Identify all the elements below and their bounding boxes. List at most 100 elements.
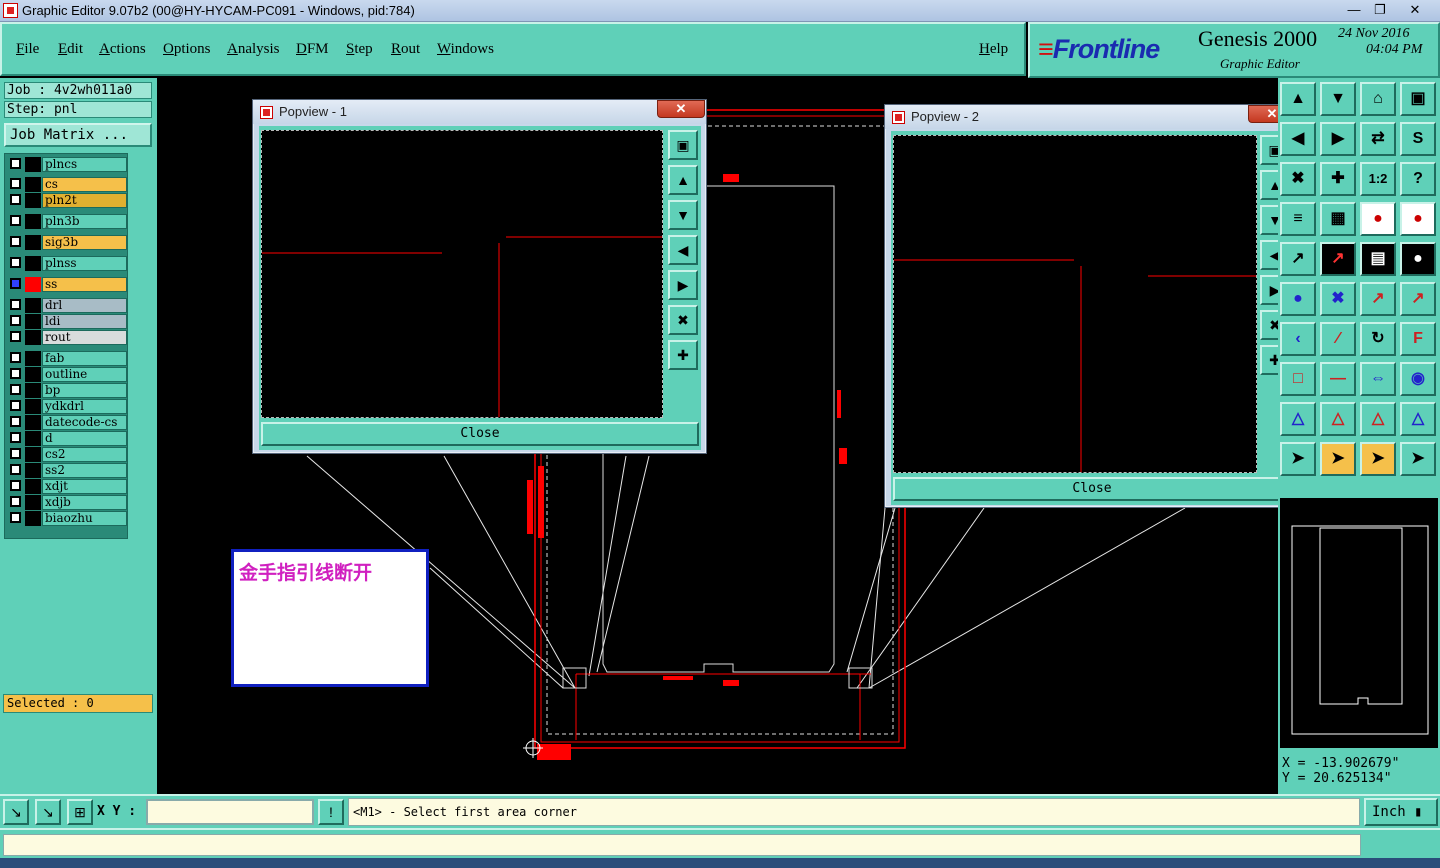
layer-row-datecode-cs[interactable]: datecode-cs <box>7 415 127 430</box>
scale-1-2-icon[interactable]: 1:2 <box>1362 164 1394 194</box>
layer-color-swatch[interactable] <box>25 367 41 382</box>
layer-name[interactable]: sig3b <box>42 235 127 250</box>
pan-left-icon[interactable]: ◀ <box>1282 124 1314 154</box>
layer-name[interactable]: plncs <box>42 157 127 172</box>
grid-snap-icon[interactable]: ⊞ <box>67 799 93 825</box>
layer-color-swatch[interactable] <box>25 511 41 526</box>
zoom-out-icon[interactable]: ✖ <box>1282 164 1314 194</box>
layer-color-swatch[interactable] <box>25 193 41 208</box>
popview-2-close-button[interactable]: Close <box>893 477 1291 501</box>
layer-row-plnss[interactable]: plnss <box>7 256 127 271</box>
popview-1-zoom-out-icon[interactable]: ✖ <box>668 305 698 335</box>
pan-down-icon[interactable]: ▼ <box>1322 84 1354 114</box>
layer-checkbox[interactable] <box>10 464 21 475</box>
menu-rout[interactable]: Rout <box>391 41 420 58</box>
layer-color-swatch[interactable] <box>25 431 41 446</box>
pointer-2-icon[interactable]: ➤ <box>1362 444 1394 474</box>
popview-1-close-button[interactable]: Close <box>261 422 699 446</box>
home-icon[interactable]: ▲ <box>1282 84 1314 114</box>
snap-icon[interactable]: ↘ <box>3 799 29 825</box>
layer-row-cs2[interactable]: cs2 <box>7 447 127 462</box>
layer-checkbox[interactable] <box>10 331 21 342</box>
layer-color-swatch[interactable] <box>25 495 41 510</box>
menu-edit[interactable]: Edit <box>58 41 83 58</box>
layer-checkbox[interactable] <box>10 384 21 395</box>
list-icon[interactable]: ≡ <box>1282 204 1314 234</box>
red-box-icon[interactable]: □ <box>1282 364 1314 394</box>
connect-icon[interactable]: ↗ <box>1362 284 1394 314</box>
layer-color-swatch[interactable] <box>25 277 41 292</box>
snap-2-icon[interactable]: ↘ <box>35 799 61 825</box>
popview-1-zoom-in-icon[interactable]: ✚ <box>668 340 698 370</box>
layer-name[interactable]: bp <box>42 383 127 398</box>
layer-name[interactable]: outline <box>42 367 127 382</box>
window-icon[interactable]: ▣ <box>1402 84 1434 114</box>
layer-row-drl[interactable]: drl <box>7 298 127 313</box>
blue-dot-icon[interactable]: ● <box>1282 284 1314 314</box>
layer-row-bp[interactable]: bp <box>7 383 127 398</box>
popview-1-pan-down-icon[interactable]: ▼ <box>668 200 698 230</box>
menu-dfm[interactable]: DFM <box>296 41 329 58</box>
popview-1-pan-right-icon[interactable]: ▶ <box>668 270 698 300</box>
layer-color-swatch[interactable] <box>25 256 41 271</box>
popview-1-pan-up-icon[interactable]: ▲ <box>668 165 698 195</box>
popview-1-view[interactable] <box>261 130 663 418</box>
layer-checkbox[interactable] <box>10 257 21 268</box>
menu-file[interactable]: File <box>16 41 39 58</box>
minimize-button[interactable]: — <box>1340 0 1368 19</box>
layer-name[interactable]: ss <box>42 277 127 292</box>
layer-row-outline[interactable]: outline <box>7 367 127 382</box>
layer-row-xdjt[interactable]: xdjt <box>7 479 127 494</box>
xy-input[interactable] <box>146 799 314 825</box>
layer-name[interactable]: drl <box>42 298 127 313</box>
layer-row-rout[interactable]: rout <box>7 330 127 345</box>
overview-map[interactable] <box>1278 496 1440 750</box>
house-icon[interactable]: ⌂ <box>1362 84 1394 114</box>
layer-checkbox[interactable] <box>10 416 21 427</box>
layer-color-swatch[interactable] <box>25 157 41 172</box>
layer-checkbox[interactable] <box>10 178 21 189</box>
menu-windows[interactable]: Windows <box>437 41 494 58</box>
resize-icon[interactable]: ⇔ <box>1362 364 1394 394</box>
layer-name[interactable]: plnss <box>42 256 127 271</box>
dot-icon[interactable]: ● <box>1402 244 1434 274</box>
layer-name[interactable]: cs <box>42 177 127 192</box>
shapes-icon[interactable]: ◉ <box>1402 364 1434 394</box>
layer-checkbox[interactable] <box>10 400 21 411</box>
layer-color-swatch[interactable] <box>25 415 41 430</box>
layer-checkbox[interactable] <box>10 236 21 247</box>
layer-checkbox[interactable] <box>10 352 21 363</box>
popview-1-zoom-window-icon[interactable]: ▣ <box>668 130 698 160</box>
alert-icon[interactable]: ! <box>318 799 344 825</box>
mirror-icon[interactable]: F <box>1402 324 1434 354</box>
layer-color-swatch[interactable] <box>25 447 41 462</box>
layer-row-ldi[interactable]: ldi <box>7 314 127 329</box>
layer-row-xdjb[interactable]: xdjb <box>7 495 127 510</box>
layer-checkbox[interactable] <box>10 215 21 226</box>
layer-checkbox[interactable] <box>10 448 21 459</box>
cross-icon[interactable]: ✖ <box>1322 284 1354 314</box>
layer-row-pln2t[interactable]: pln2t <box>7 193 127 208</box>
layer-row-plncs[interactable]: plncs <box>7 157 127 172</box>
layer-checkbox[interactable] <box>10 512 21 523</box>
swap-icon[interactable]: ⇄ <box>1362 124 1394 154</box>
layer-checkbox[interactable] <box>10 158 21 169</box>
layer-color-swatch[interactable] <box>25 214 41 229</box>
minus-icon[interactable]: — <box>1322 364 1354 394</box>
layer-row-d[interactable]: d <box>7 431 127 446</box>
restore-button[interactable]: ❐ <box>1366 0 1394 19</box>
line-icon[interactable]: ∕ <box>1322 324 1354 354</box>
layer-color-swatch[interactable] <box>25 463 41 478</box>
layer-row-sig3b[interactable]: sig3b <box>7 235 127 250</box>
menu-step[interactable]: Step <box>346 41 373 58</box>
pointer-icon[interactable]: ➤ <box>1322 444 1354 474</box>
arrow-icon[interactable]: ↗ <box>1282 244 1314 274</box>
layer-name[interactable]: ydkdrl <box>42 399 127 414</box>
layer-name[interactable]: xdjt <box>42 479 127 494</box>
layer-color-swatch[interactable] <box>25 298 41 313</box>
layer-checkbox[interactable] <box>10 432 21 443</box>
units-selector[interactable]: Inch ▮ <box>1364 798 1438 826</box>
route-icon[interactable]: ➤ <box>1402 444 1434 474</box>
triangle-icon[interactable]: △ <box>1282 404 1314 434</box>
layer-checkbox[interactable] <box>10 315 21 326</box>
